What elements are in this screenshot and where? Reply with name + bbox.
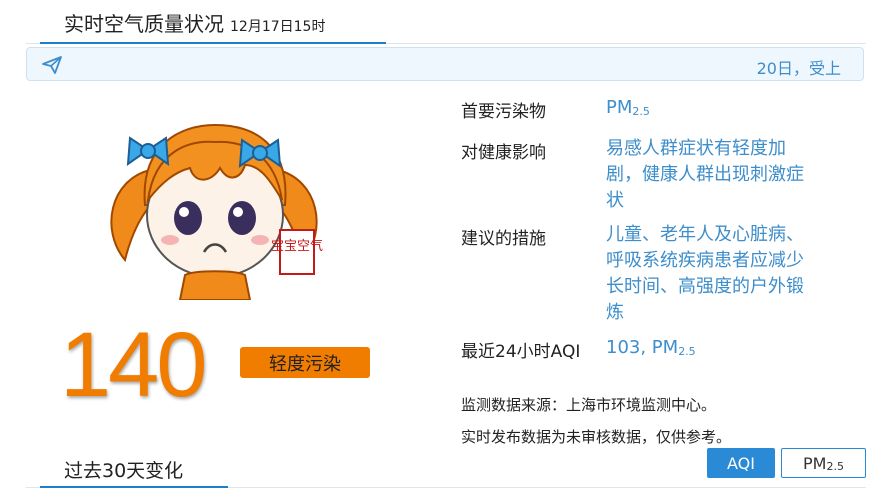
header-underline <box>40 42 386 44</box>
primary-pollutant-value: PM2.5 <box>606 97 650 118</box>
pm25-toggle-button[interactable]: PM 2.5 <box>781 448 866 478</box>
paper-plane-icon <box>42 56 62 74</box>
aqi-toggle-button[interactable]: AQI <box>707 448 775 478</box>
notice-text[interactable]: 20日，受上 <box>757 55 841 79</box>
past-30-days-title: 过去30天变化 <box>64 460 184 482</box>
left-bow <box>126 136 170 167</box>
update-time: 12月17日15时 <box>230 19 326 35</box>
advice-label: 建议的措施 <box>461 229 546 249</box>
data-source: 监测数据来源：上海市环境监测中心。 <box>461 396 717 414</box>
health-impact-label: 对健康影响 <box>461 143 546 163</box>
last24-label: 最近24小时AQI <box>461 342 581 362</box>
advice-value: 儿童、老年人及心脏病、呼吸系统疾病患者应减少长时间、高强度的户外锻炼 <box>606 224 804 323</box>
past-underline <box>40 486 228 488</box>
svg-text:宝宝空气: 宝宝空气 <box>271 238 323 254</box>
page-header: 实时空气质量状况 12月17日15时 <box>64 8 325 42</box>
last24-value: 103, PM2.5 <box>606 337 696 358</box>
disclaimer: 实时发布数据为未审核数据，仅供参考。 <box>461 428 732 446</box>
notice-bar[interactable]: 20日，受上 <box>26 47 864 81</box>
primary-pollutant-label: 首要污染物 <box>461 102 546 122</box>
health-impact-value: 易感人群症状有轻度加剧，健康人群出现刺激症状 <box>606 138 804 211</box>
aqi-value: 140 <box>60 314 207 416</box>
aqi-level-badge: 轻度污染 <box>240 347 370 378</box>
page-title: 实时空气质量状况 <box>64 12 224 36</box>
mascot-illustration: 宝宝空气 <box>110 123 323 300</box>
